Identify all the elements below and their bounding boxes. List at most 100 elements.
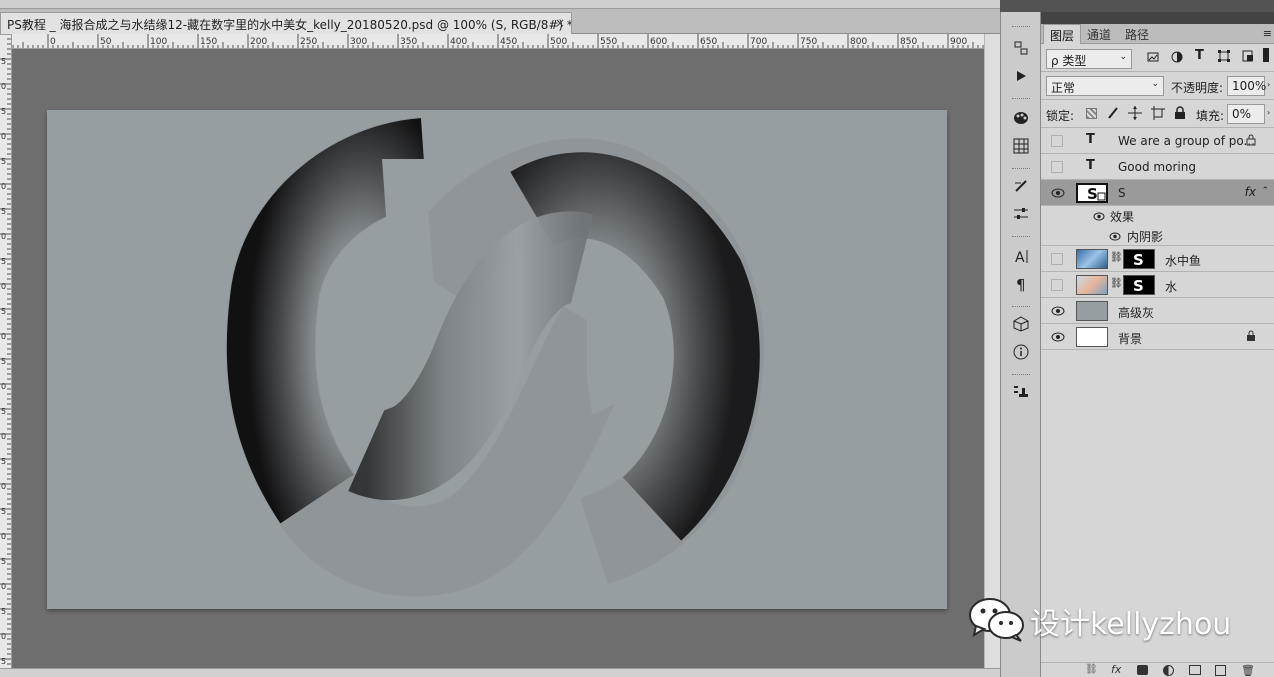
- close-icon[interactable]: ×: [555, 16, 565, 30]
- info-icon[interactable]: [1009, 340, 1033, 364]
- layer-row-selected[interactable]: S S fx ⌃: [1041, 180, 1274, 206]
- layer-name: 水: [1165, 280, 1178, 294]
- lock-artboard-icon[interactable]: [1151, 106, 1165, 123]
- document-tab-bar: PS教程 _ 海报合成之与水结缘12-藏在数字里的水中美女_kelly_2018…: [0, 9, 1000, 34]
- eye-icon[interactable]: [1051, 330, 1065, 344]
- opacity-input[interactable]: 100%: [1227, 76, 1266, 96]
- ruler-label: 5: [1, 307, 6, 316]
- chevron-down-icon: ⌄: [1151, 79, 1159, 89]
- document-tab[interactable]: PS教程 _ 海报合成之与水结缘12-藏在数字里的水中美女_kelly_2018…: [0, 12, 572, 34]
- character-icon[interactable]: A: [1009, 244, 1033, 268]
- dock-grip[interactable]: [1012, 374, 1030, 376]
- ruler-label: 0: [1, 132, 6, 141]
- lock-transparent-icon[interactable]: [1086, 108, 1097, 119]
- fx-badge[interactable]: fx: [1245, 185, 1256, 199]
- link-layers-icon[interactable]: ⛓: [1085, 664, 1098, 675]
- ruler-label: 400: [450, 37, 467, 47]
- panel-menu-icon[interactable]: ≡: [1263, 27, 1272, 40]
- blend-mode-select[interactable]: 正常 ⌄: [1046, 76, 1164, 96]
- layer-row[interactable]: ⛓ S 水中鱼: [1041, 246, 1274, 272]
- svg-text:A: A: [1015, 250, 1025, 264]
- eye-icon[interactable]: [1051, 304, 1065, 318]
- adjustment-layer-icon[interactable]: [1163, 665, 1174, 676]
- layer-filter-select[interactable]: ρ 类型 ⌄: [1046, 49, 1132, 69]
- color-palette-icon[interactable]: [1009, 106, 1033, 130]
- ruler-label: 0: [1, 532, 6, 541]
- eye-icon[interactable]: [1051, 186, 1065, 200]
- document-tab-title: PS教程 _ 海报合成之与水结缘12-藏在数字里的水中美女_kelly_2018…: [7, 18, 572, 32]
- eye-icon[interactable]: [1093, 210, 1105, 224]
- dock-grip[interactable]: [1012, 236, 1030, 238]
- ruler-label: 5: [1, 457, 6, 466]
- fill-value: 0%: [1232, 107, 1252, 121]
- adjustments-sliders-icon[interactable]: [1009, 202, 1033, 226]
- dock-grip[interactable]: [1012, 26, 1030, 28]
- link-chain-icon: ⛓: [1110, 252, 1123, 263]
- new-layer-icon[interactable]: [1215, 665, 1226, 676]
- ruler-label: 450: [500, 37, 517, 47]
- ruler-label: 250: [300, 37, 317, 47]
- visibility-toggle[interactable]: [1051, 161, 1063, 173]
- lock-pixels-icon[interactable]: [1107, 106, 1119, 123]
- add-mask-icon[interactable]: [1137, 665, 1148, 675]
- watermark: 设计kellyzhou: [966, 595, 1246, 643]
- status-bar: [0, 668, 1000, 677]
- effects-row[interactable]: 效果: [1041, 206, 1274, 226]
- ruler-label: 5: [1, 407, 6, 416]
- filter-image-icon[interactable]: [1147, 51, 1159, 66]
- filter-type-icon[interactable]: T: [1195, 48, 1204, 63]
- fx-icon[interactable]: fx: [1111, 663, 1121, 676]
- filter-shape-icon[interactable]: [1218, 50, 1230, 65]
- layer-row[interactable]: 背景: [1041, 324, 1274, 350]
- layer-row[interactable]: ⛓ S 水: [1041, 272, 1274, 298]
- actions-play-icon[interactable]: [1009, 64, 1033, 88]
- lock-row: 锁定: 填充: 0% ›: [1041, 100, 1274, 128]
- ruler-label: 0: [1, 332, 6, 341]
- layer-row[interactable]: T Good moring: [1041, 154, 1274, 180]
- text-layer-icon: T: [1086, 158, 1095, 173]
- clone-source-icon[interactable]: [1009, 380, 1033, 404]
- brush-icon[interactable]: [1009, 174, 1033, 198]
- collapsed-panel-dock: A ¶: [1000, 12, 1041, 677]
- chevron-right-icon[interactable]: ›: [1267, 108, 1270, 117]
- blend-row: 正常 ⌄ 不透明度: 100% ›: [1041, 72, 1274, 100]
- visibility-toggle[interactable]: [1051, 279, 1063, 291]
- collapse-arrows-icon[interactable]: ◂◂: [1021, 12, 1030, 22]
- canvas-workspace[interactable]: [12, 49, 984, 668]
- history-icon[interactable]: [1009, 36, 1033, 60]
- dock-grip[interactable]: [1012, 168, 1030, 170]
- vertical-ruler: 50505050505050505050505050: [0, 34, 12, 677]
- canvas-svg[interactable]: [12, 49, 984, 668]
- filter-adjustment-icon[interactable]: [1171, 51, 1183, 66]
- ruler-label: 5: [1, 57, 6, 66]
- ruler-label: 700: [750, 37, 767, 47]
- vertical-scrollbar[interactable]: [984, 34, 1000, 677]
- filter-toggle-icon[interactable]: [1263, 48, 1269, 62]
- ruler-label: 5: [1, 107, 6, 116]
- dock-grip[interactable]: [1012, 306, 1030, 308]
- lock-all-icon[interactable]: [1174, 106, 1186, 123]
- filter-smartobject-icon[interactable]: [1242, 50, 1254, 65]
- dock-grip[interactable]: [1012, 98, 1030, 100]
- effect-inner-shadow-row[interactable]: 内阴影: [1041, 226, 1274, 246]
- effects-label: 效果: [1110, 210, 1135, 224]
- visibility-toggle[interactable]: [1051, 135, 1063, 147]
- lock-icon: [1246, 134, 1256, 149]
- 3d-cube-icon[interactable]: [1009, 312, 1033, 336]
- chevron-up-icon[interactable]: ⌃: [1261, 186, 1269, 196]
- tab-channels[interactable]: 通道: [1081, 24, 1117, 44]
- lock-position-icon[interactable]: [1128, 106, 1142, 123]
- visibility-toggle[interactable]: [1051, 253, 1063, 265]
- paragraph-icon[interactable]: ¶: [1009, 272, 1033, 296]
- tab-paths[interactable]: 路径: [1119, 24, 1155, 44]
- trash-icon[interactable]: 🗑: [1241, 664, 1255, 677]
- layer-row[interactable]: T We are a group of po...: [1041, 128, 1274, 154]
- swatches-grid-icon[interactable]: [1009, 134, 1033, 158]
- eye-icon[interactable]: [1109, 230, 1121, 244]
- tab-layers[interactable]: 图层: [1043, 24, 1082, 44]
- ruler-label: 0: [1, 582, 6, 591]
- fill-input[interactable]: 0%: [1227, 104, 1265, 124]
- layer-row[interactable]: 高级灰: [1041, 298, 1274, 324]
- chevron-right-icon[interactable]: ›: [1267, 80, 1270, 89]
- new-group-icon[interactable]: [1189, 665, 1201, 675]
